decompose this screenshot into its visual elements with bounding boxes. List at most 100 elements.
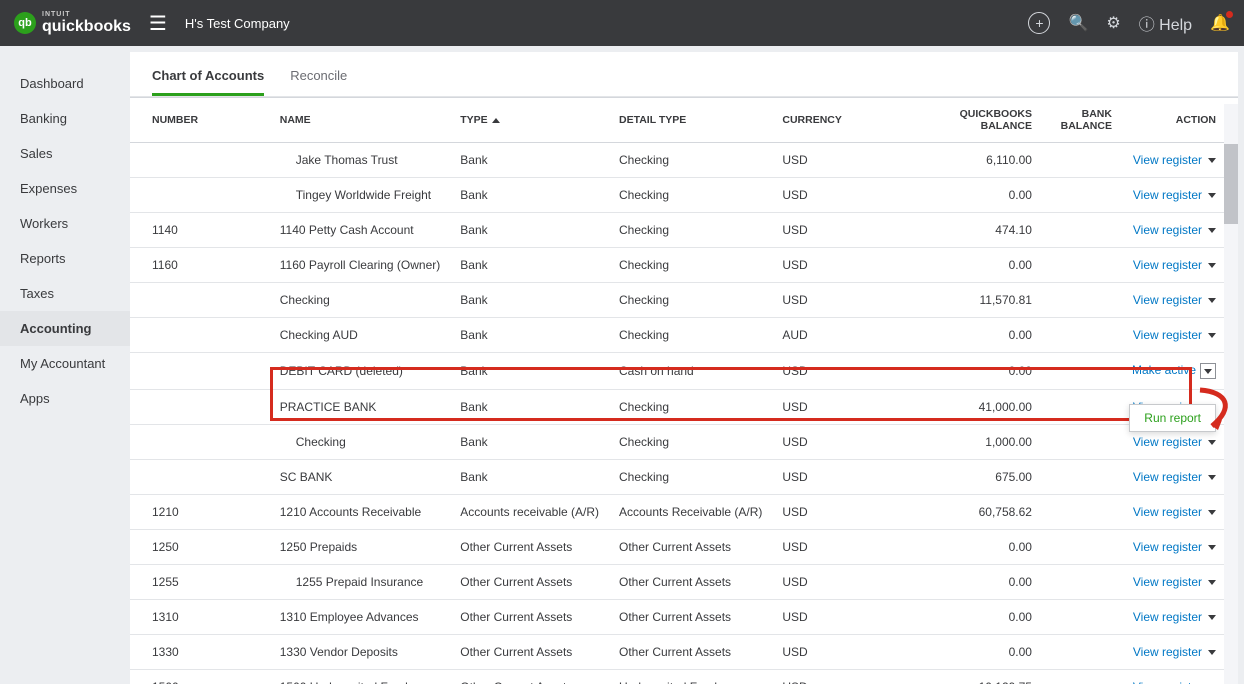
- sidebar-item-expenses[interactable]: Expenses: [0, 171, 130, 206]
- col-number[interactable]: NUMBER: [130, 98, 270, 143]
- search-icon[interactable]: 🔍: [1068, 13, 1088, 33]
- cell-action: View register: [1122, 460, 1238, 495]
- cell-name: 1330 Vendor Deposits: [270, 635, 451, 670]
- cell-type: Other Current Assets: [450, 635, 609, 670]
- chevron-down-icon[interactable]: [1208, 475, 1216, 480]
- cell-currency: USD: [772, 425, 902, 460]
- table-row[interactable]: CheckingBankCheckingUSD11,570.81View reg…: [130, 283, 1238, 318]
- view-register-link[interactable]: View register: [1133, 293, 1202, 307]
- view-register-link[interactable]: View register: [1133, 540, 1202, 554]
- view-register-link[interactable]: View register: [1133, 575, 1202, 589]
- col-detail[interactable]: DETAIL TYPE: [609, 98, 772, 143]
- content: Chart of Accounts Reconcile NUMBER NAME T…: [130, 52, 1238, 684]
- table-row[interactable]: PRACTICE BANKBankCheckingUSD41,000.00Vie…: [130, 390, 1238, 425]
- cell-currency: USD: [772, 530, 902, 565]
- cell-bank-balance: [1042, 530, 1122, 565]
- cell-action: View register: [1122, 495, 1238, 530]
- cell-detail: Checking: [609, 425, 772, 460]
- chevron-down-icon[interactable]: [1208, 545, 1216, 550]
- cell-number: 1210: [130, 495, 270, 530]
- help-button[interactable]: ⓘ Help: [1139, 11, 1192, 35]
- table-row[interactable]: 11401140 Petty Cash AccountBankCheckingU…: [130, 213, 1238, 248]
- view-register-link[interactable]: View register: [1133, 645, 1202, 659]
- chart-of-accounts-table: NUMBER NAME TYPE DETAIL TYPE CURRENCY QU…: [130, 97, 1238, 684]
- tab-chart-of-accounts[interactable]: Chart of Accounts: [152, 68, 264, 96]
- chevron-down-icon[interactable]: [1208, 650, 1216, 655]
- make-active-link[interactable]: Make active: [1132, 363, 1196, 377]
- sidebar-item-reports[interactable]: Reports: [0, 241, 130, 276]
- table-row[interactable]: Jake Thomas TrustBankCheckingUSD6,110.00…: [130, 143, 1238, 178]
- table-row[interactable]: DEBIT CARD (deleted)BankCash on handUSD0…: [130, 353, 1238, 390]
- sort-asc-icon: [492, 118, 500, 123]
- bell-icon[interactable]: 🔔: [1210, 13, 1230, 33]
- cell-detail: Other Current Assets: [609, 530, 772, 565]
- hamburger-icon[interactable]: ☰: [149, 11, 167, 36]
- table-row[interactable]: 12551255 Prepaid InsuranceOther Current …: [130, 565, 1238, 600]
- view-register-link[interactable]: View register: [1133, 505, 1202, 519]
- chevron-down-icon[interactable]: [1208, 193, 1216, 198]
- table-row[interactable]: 15001500 Undeposited FundsOther Current …: [130, 670, 1238, 684]
- qb-logo[interactable]: qb INTUIT quickbooks: [14, 11, 131, 36]
- vertical-scrollbar[interactable]: [1224, 104, 1238, 684]
- sidebar-item-dashboard[interactable]: Dashboard: [0, 66, 130, 101]
- cell-action: View register: [1122, 565, 1238, 600]
- chevron-down-icon[interactable]: [1208, 263, 1216, 268]
- cell-type: Bank: [450, 318, 609, 353]
- main: DashboardBankingSalesExpensesWorkersRepo…: [0, 46, 1244, 684]
- create-plus-button[interactable]: +: [1028, 12, 1050, 34]
- sidebar-item-sales[interactable]: Sales: [0, 136, 130, 171]
- view-register-link[interactable]: View register: [1133, 188, 1202, 202]
- tab-reconcile[interactable]: Reconcile: [290, 68, 347, 96]
- qb-logo-brand: quickbooks: [42, 18, 131, 35]
- sidebar-item-banking[interactable]: Banking: [0, 101, 130, 136]
- cell-name: Checking: [270, 425, 451, 460]
- sidebar: DashboardBankingSalesExpensesWorkersRepo…: [0, 46, 130, 684]
- view-register-link[interactable]: View register: [1133, 435, 1202, 449]
- chevron-down-icon[interactable]: [1208, 580, 1216, 585]
- sidebar-item-apps[interactable]: Apps: [0, 381, 130, 416]
- dropdown-run-report[interactable]: Run report: [1144, 411, 1201, 425]
- view-register-link[interactable]: View register: [1133, 223, 1202, 237]
- cell-type: Other Current Assets: [450, 530, 609, 565]
- view-register-link[interactable]: View register: [1133, 610, 1202, 624]
- cell-name: 1310 Employee Advances: [270, 600, 451, 635]
- chevron-down-icon[interactable]: [1208, 298, 1216, 303]
- table-row[interactable]: Checking AUDBankCheckingAUD0.00View regi…: [130, 318, 1238, 353]
- col-bank-balance[interactable]: BANK BALANCE: [1042, 98, 1122, 143]
- chevron-down-icon[interactable]: [1208, 158, 1216, 163]
- table-row[interactable]: CheckingBankCheckingUSD1,000.00View regi…: [130, 425, 1238, 460]
- chevron-down-icon[interactable]: [1208, 440, 1216, 445]
- view-register-link[interactable]: View register: [1133, 258, 1202, 272]
- table-row[interactable]: 12101210 Accounts ReceivableAccounts rec…: [130, 495, 1238, 530]
- gear-icon[interactable]: ⚙: [1106, 13, 1120, 33]
- table-row[interactable]: 12501250 PrepaidsOther Current AssetsOth…: [130, 530, 1238, 565]
- table-row[interactable]: 13301330 Vendor DepositsOther Current As…: [130, 635, 1238, 670]
- sidebar-item-workers[interactable]: Workers: [0, 206, 130, 241]
- col-name[interactable]: NAME: [270, 98, 451, 143]
- cell-detail: Accounts Receivable (A/R): [609, 495, 772, 530]
- chevron-down-icon[interactable]: [1208, 333, 1216, 338]
- table-row[interactable]: 11601160 Payroll Clearing (Owner)BankChe…: [130, 248, 1238, 283]
- table-row[interactable]: SC BANKBankCheckingUSD675.00View registe…: [130, 460, 1238, 495]
- cell-detail: Checking: [609, 213, 772, 248]
- sidebar-item-accounting[interactable]: Accounting: [0, 311, 130, 346]
- col-qb-balance[interactable]: QUICKBOOKS BALANCE: [902, 98, 1042, 143]
- view-register-link[interactable]: View register: [1133, 328, 1202, 342]
- sidebar-item-taxes[interactable]: Taxes: [0, 276, 130, 311]
- cell-qb-balance: 474.10: [902, 213, 1042, 248]
- cell-number: 1160: [130, 248, 270, 283]
- col-type[interactable]: TYPE: [450, 98, 609, 143]
- view-register-link[interactable]: View register: [1133, 153, 1202, 167]
- view-register-link[interactable]: View register: [1133, 680, 1202, 684]
- chevron-down-icon[interactable]: [1208, 510, 1216, 515]
- table-row[interactable]: 13101310 Employee AdvancesOther Current …: [130, 600, 1238, 635]
- scrollbar-thumb[interactable]: [1224, 144, 1238, 224]
- chevron-down-icon[interactable]: [1208, 615, 1216, 620]
- sidebar-item-my-accountant[interactable]: My Accountant: [0, 346, 130, 381]
- view-register-link[interactable]: View register: [1133, 470, 1202, 484]
- cell-currency: AUD: [772, 318, 902, 353]
- col-currency[interactable]: CURRENCY: [772, 98, 902, 143]
- action-caret-boxed[interactable]: [1200, 363, 1216, 379]
- chevron-down-icon[interactable]: [1208, 228, 1216, 233]
- table-row[interactable]: Tingey Worldwide FreightBankCheckingUSD0…: [130, 178, 1238, 213]
